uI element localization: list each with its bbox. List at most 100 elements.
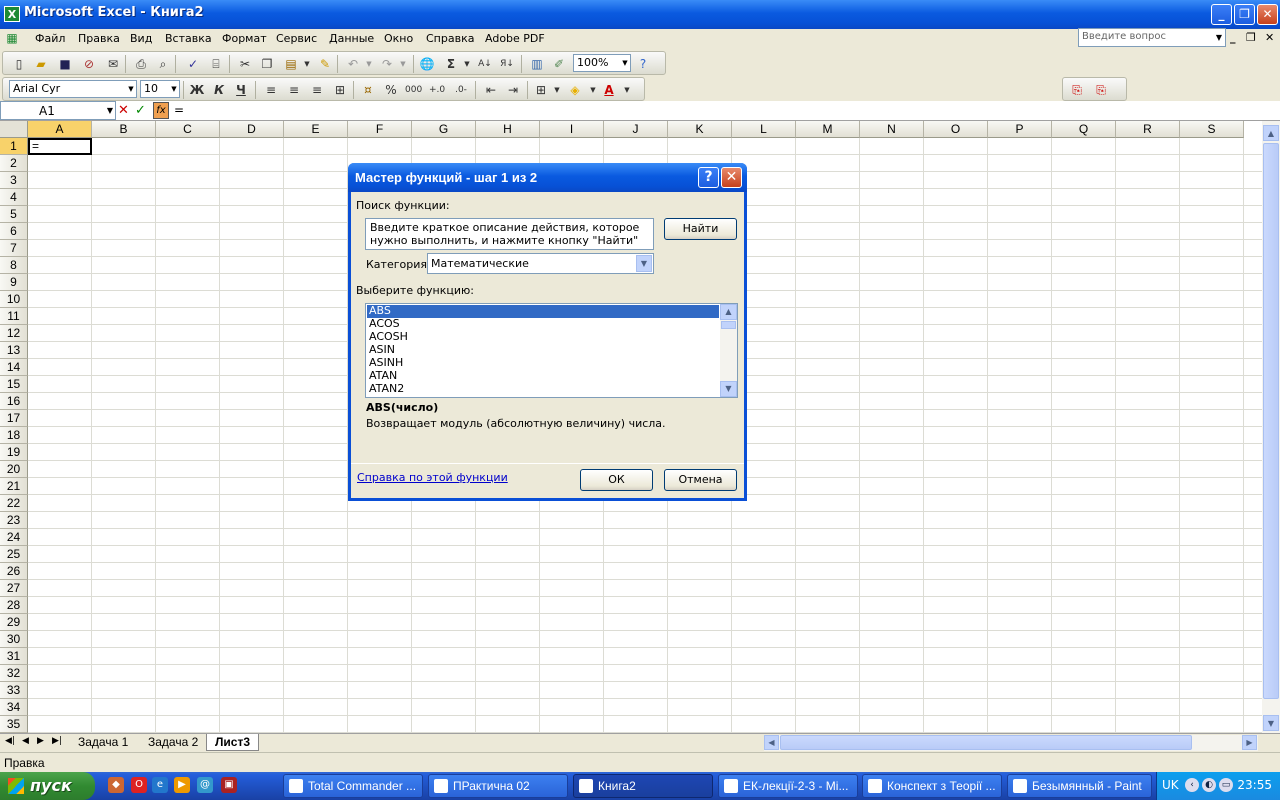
column-header[interactable]: P — [988, 121, 1052, 138]
save-icon[interactable]: ■ — [57, 56, 73, 72]
row-header[interactable]: 27 — [0, 580, 28, 597]
vertical-scrollbar[interactable]: ▲ ▼ — [1262, 121, 1280, 733]
cut-icon[interactable]: ✂ — [237, 56, 253, 72]
sheet-tab-2[interactable]: Задача 2 — [140, 734, 206, 751]
dialog-close-button[interactable]: ✕ — [721, 167, 742, 188]
decrease-decimal-icon[interactable]: .0- — [453, 82, 469, 98]
ie-icon[interactable]: e — [152, 777, 168, 793]
menu-insert[interactable]: Вставка — [165, 32, 212, 45]
email-icon[interactable]: ✉ — [105, 56, 121, 72]
menu-view[interactable]: Вид — [130, 32, 152, 45]
increase-decimal-icon[interactable]: +.0 — [429, 82, 445, 98]
scroll-down-icon[interactable]: ▼ — [1263, 715, 1279, 731]
task-paint[interactable]: Безымянный - Paint — [1007, 774, 1152, 798]
formula-input[interactable]: = — [174, 103, 184, 117]
chevron-down-icon[interactable]: ▼ — [107, 102, 113, 119]
row-header[interactable]: 3 — [0, 172, 28, 189]
column-header[interactable]: D — [220, 121, 284, 138]
row-header[interactable]: 7 — [0, 240, 28, 257]
restore-button[interactable]: ❐ — [1234, 4, 1255, 25]
row-header[interactable]: 25 — [0, 546, 28, 563]
row-header[interactable]: 34 — [0, 699, 28, 716]
chevron-down-icon[interactable]: ▼ — [636, 255, 652, 272]
chevron-down-icon[interactable]: ▼ — [459, 56, 475, 72]
column-header[interactable]: F — [348, 121, 412, 138]
first-sheet-icon[interactable]: ◀| — [5, 736, 15, 746]
function-list-item[interactable]: ATAN — [367, 370, 719, 383]
row-header[interactable]: 4 — [0, 189, 28, 206]
column-header[interactable]: I — [540, 121, 604, 138]
print-icon[interactable]: ⎙ — [133, 56, 149, 72]
zoom-select[interactable]: 100% ▼ — [573, 54, 631, 72]
column-header[interactable]: C — [156, 121, 220, 138]
quicklaunch-icon[interactable]: ◆ — [108, 777, 124, 793]
row-header[interactable]: 2 — [0, 155, 28, 172]
row-header[interactable]: 14 — [0, 359, 28, 376]
scroll-thumb[interactable] — [780, 735, 1192, 750]
align-right-icon[interactable]: ≡ — [309, 82, 325, 98]
column-header[interactable]: L — [732, 121, 796, 138]
new-icon[interactable]: ▯ — [11, 56, 27, 72]
window-titlebar[interactable]: X Microsoft Excel - Книга2 _ ❐ ✕ — [0, 0, 1280, 29]
redo-icon[interactable]: ↷ — [379, 56, 395, 72]
sheet-tab-1[interactable]: Задача 1 — [70, 734, 136, 751]
start-button[interactable]: пуск — [0, 772, 95, 800]
row-header[interactable]: 33 — [0, 682, 28, 699]
row-header[interactable]: 12 — [0, 325, 28, 342]
last-sheet-icon[interactable]: ▶| — [52, 736, 62, 746]
column-header[interactable]: G — [412, 121, 476, 138]
search-function-input[interactable]: Введите краткое описание действия, котор… — [365, 218, 654, 250]
language-indicator[interactable]: UK — [1162, 778, 1179, 792]
cancel-button[interactable]: Отмена — [664, 469, 737, 491]
menu-data[interactable]: Данные — [329, 32, 374, 45]
row-header[interactable]: 10 — [0, 291, 28, 308]
function-list-item[interactable]: ASIN — [367, 344, 719, 357]
workbook-icon[interactable]: ▦ — [4, 30, 20, 46]
column-header[interactable]: J — [604, 121, 668, 138]
scroll-thumb[interactable] — [721, 321, 736, 329]
column-header[interactable]: S — [1180, 121, 1244, 138]
row-header[interactable]: 32 — [0, 665, 28, 682]
doc-close-button[interactable]: ✕ — [1265, 31, 1274, 44]
chevron-down-icon[interactable]: ▼ — [549, 82, 565, 98]
row-header[interactable]: 26 — [0, 563, 28, 580]
opera-icon[interactable]: O — [131, 777, 147, 793]
row-header[interactable]: 15 — [0, 376, 28, 393]
column-header[interactable]: R — [1116, 121, 1180, 138]
permission-icon[interactable]: ⊘ — [81, 56, 97, 72]
underline-button[interactable]: Ч — [233, 82, 249, 98]
row-header[interactable]: 21 — [0, 478, 28, 495]
chevron-down-icon[interactable]: ▼ — [395, 56, 411, 72]
function-help-link[interactable]: Справка по этой функции — [357, 471, 508, 484]
column-header[interactable]: N — [860, 121, 924, 138]
menu-window[interactable]: Окно — [384, 32, 413, 45]
convert-pdf-email-icon[interactable]: ⎘ — [1093, 82, 1109, 98]
bold-button[interactable]: Ж — [189, 82, 205, 98]
minimize-button[interactable]: _ — [1211, 4, 1232, 25]
menu-help[interactable]: Справка — [426, 32, 474, 45]
chevron-down-icon[interactable]: ▼ — [585, 82, 601, 98]
row-header[interactable]: 8 — [0, 257, 28, 274]
row-header[interactable]: 6 — [0, 223, 28, 240]
prev-sheet-icon[interactable]: ◀ — [22, 736, 29, 746]
row-header[interactable]: 31 — [0, 648, 28, 665]
function-list-item[interactable]: ATAN2 — [367, 383, 719, 396]
row-header[interactable]: 23 — [0, 512, 28, 529]
horizontal-scrollbar[interactable]: ◀ ▶ — [764, 735, 1258, 751]
row-header[interactable]: 28 — [0, 597, 28, 614]
spelling-icon[interactable]: ✓ — [185, 56, 201, 72]
fill-color-icon[interactable]: ◈ — [567, 82, 583, 98]
category-select[interactable]: Математические ▼ — [427, 253, 654, 274]
tray-expand-icon[interactable]: ‹ — [1185, 778, 1199, 792]
row-header[interactable]: 20 — [0, 461, 28, 478]
row-header[interactable]: 5 — [0, 206, 28, 223]
sort-descending-icon[interactable]: Я↓ — [499, 56, 515, 72]
tray-app-icon[interactable]: ◐ — [1202, 778, 1216, 792]
currency-icon[interactable]: ¤ — [360, 82, 376, 98]
doc-minimize-button[interactable]: _ — [1230, 31, 1236, 44]
row-header[interactable]: 9 — [0, 274, 28, 291]
function-list-item[interactable]: ACOS — [367, 318, 719, 331]
ask-question-input[interactable]: Введите вопрос ▼ — [1078, 28, 1226, 47]
thousands-button[interactable]: 000 — [405, 82, 422, 98]
close-button[interactable]: ✕ — [1257, 4, 1278, 25]
